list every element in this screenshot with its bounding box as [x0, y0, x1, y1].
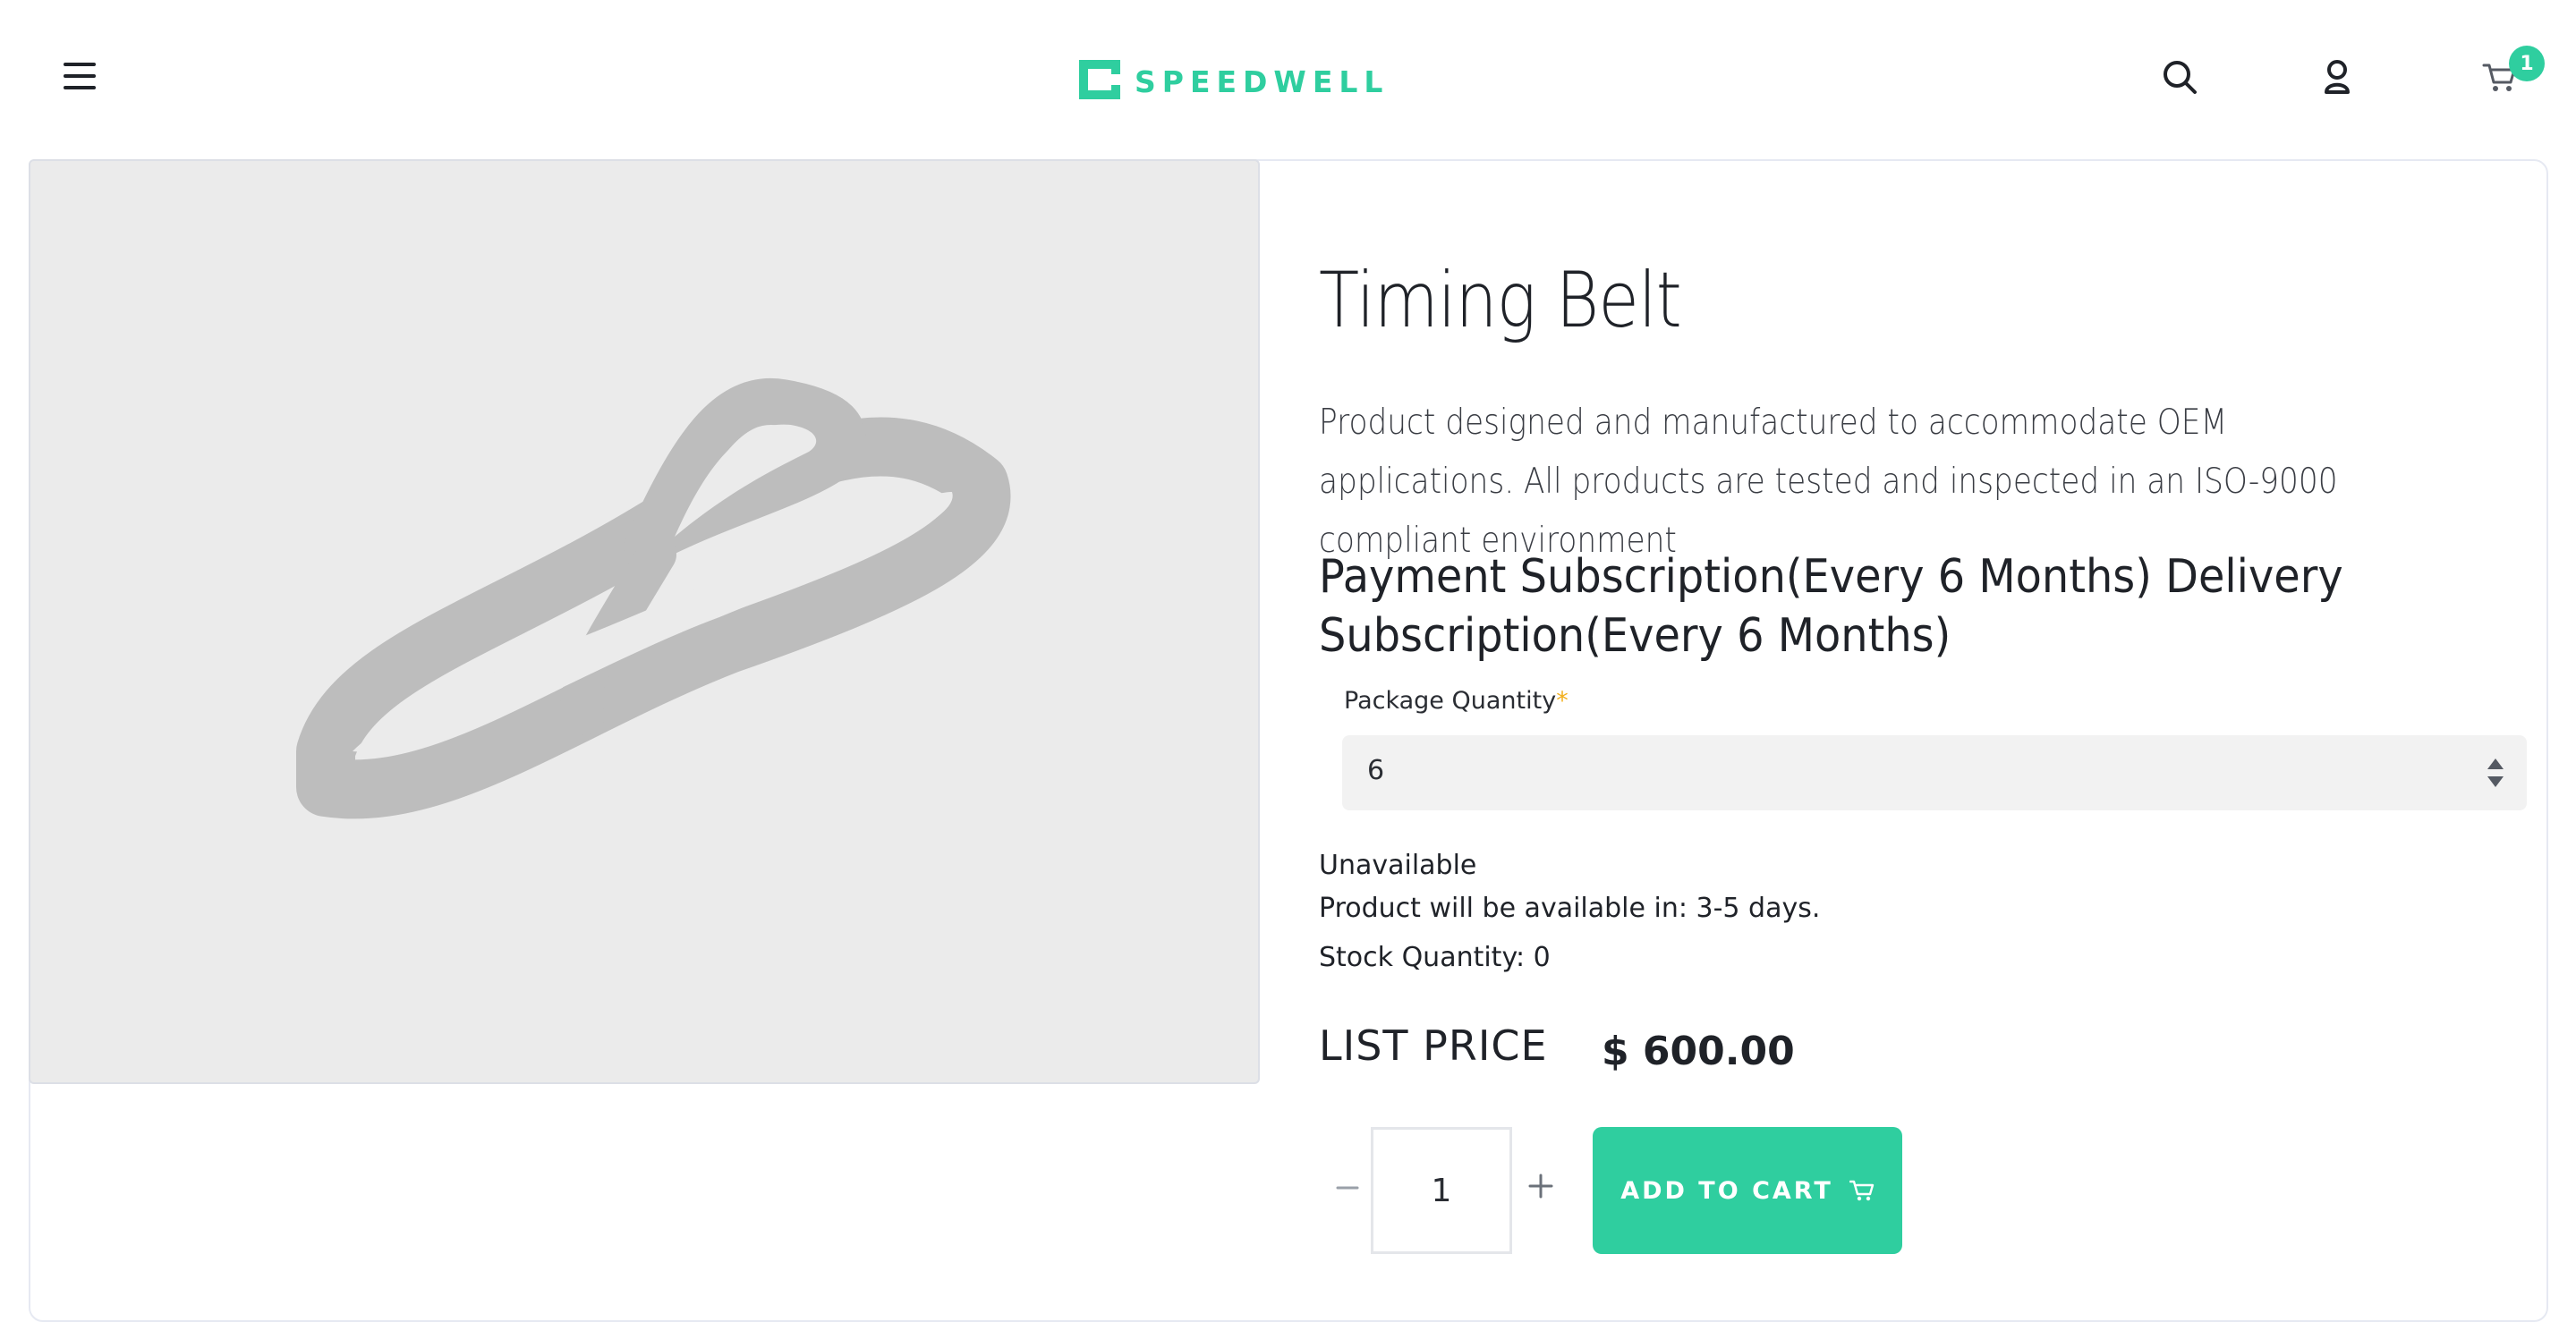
package-quantity-select[interactable]: 6	[1342, 735, 2527, 810]
package-quantity-value: 6	[1367, 755, 1385, 786]
search-icon	[2161, 58, 2198, 99]
increase-quantity-button[interactable]	[1516, 1163, 1566, 1213]
menu-button[interactable]	[57, 55, 102, 100]
brand-logo[interactable]: SPEEDWELL	[1077, 57, 1389, 106]
product-description: Product designed and manufactured to acc…	[1319, 403, 2338, 561]
required-marker: *	[1556, 687, 1569, 715]
availability-status: Unavailable	[1319, 850, 1477, 881]
subscription-heading: Payment Subscription(Every 6 Months) Del…	[1319, 550, 2343, 663]
quantity-input[interactable]	[1371, 1127, 1512, 1254]
brand-name: SPEEDWELL	[1135, 64, 1390, 99]
minus-icon	[1335, 1174, 1360, 1202]
product-title: Timing Belt	[1319, 256, 1682, 345]
package-quantity-label: Package Quantity*	[1344, 687, 1569, 715]
product-image[interactable]	[29, 159, 1260, 1084]
timing-belt-illustration	[296, 377, 1011, 819]
search-button[interactable]	[2156, 55, 2203, 102]
price-value: $ 600.00	[1602, 1029, 1795, 1074]
site-header: SPEEDWELL 1	[0, 0, 2576, 159]
hamburger-icon	[62, 60, 98, 96]
sort-arrows-icon	[2486, 757, 2505, 789]
logo-mark-icon	[1077, 56, 1124, 106]
package-quantity-label-text: Package Quantity	[1344, 687, 1557, 715]
stock-quantity: Stock Quantity: 0	[1319, 942, 1551, 973]
cart-count-badge: 1	[2509, 46, 2545, 81]
cart-icon	[1849, 1179, 1875, 1202]
account-button[interactable]	[2314, 55, 2360, 102]
list-price-label: LIST PRICE	[1319, 1021, 1548, 1070]
add-to-cart-label: ADD TO CART	[1620, 1176, 1833, 1205]
availability-eta: Product will be available in: 3-5 days.	[1319, 893, 1821, 924]
plus-icon	[1527, 1173, 1554, 1203]
decrease-quantity-button[interactable]	[1322, 1163, 1373, 1213]
add-to-cart-button[interactable]: ADD TO CART	[1593, 1127, 1902, 1254]
user-icon	[2321, 58, 2353, 99]
